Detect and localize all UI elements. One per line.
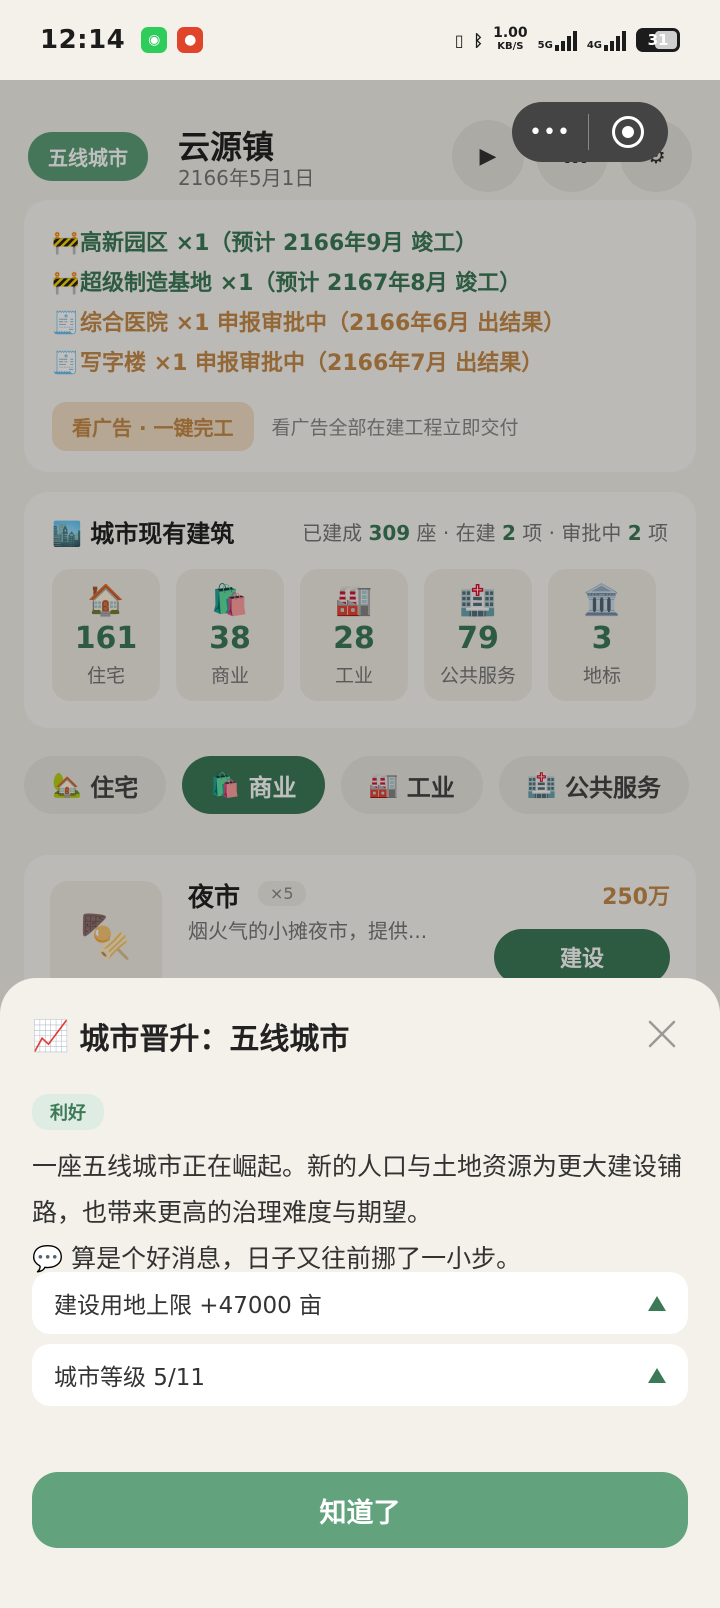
close-icon[interactable] (644, 1016, 680, 1052)
modal-title: 📈 城市晋升：五线城市 (32, 1018, 350, 1058)
status-icons: ▯ ᛒ 1.00 KB/S 5G 4G 31 (454, 25, 680, 53)
target-icon (612, 116, 644, 148)
net-speed: 1.00 KB/S (493, 25, 528, 52)
chart-increasing-icon: 📈 (32, 1018, 70, 1054)
effect-row: 城市等级 5/11 (32, 1344, 688, 1406)
miniprogram-capsule: ••• (512, 102, 668, 162)
effect-row: 建设用地上限 +47000 亩 (32, 1272, 688, 1334)
modal-body: 一座五线城市正在崛起。新的人口与土地资源为更大建设铺路，也带来更高的治理难度与期… (32, 1144, 688, 1282)
speech-bubble-icon: 💬 (32, 1244, 64, 1273)
clock: 12:14 (40, 25, 126, 55)
vibrate-icon: ▯ (454, 30, 464, 50)
bluetooth-icon: ᛒ (473, 30, 484, 50)
more-menu-button[interactable]: ••• (512, 120, 588, 145)
battery-icon: 31 (636, 28, 680, 52)
signal-4g-icon: 4G (587, 29, 626, 51)
promotion-modal: 📈 城市晋升：五线城市 利好 一座五线城市正在崛起。新的人口与土地资源为更大建设… (0, 978, 720, 1608)
status-bar: 12:14 ◉ ● ▯ ᛒ 1.00 KB/S 5G 4G 31 (0, 0, 720, 80)
triangle-up-icon (648, 1367, 666, 1383)
close-miniprogram-button[interactable] (589, 116, 667, 148)
triangle-up-icon (648, 1295, 666, 1311)
acknowledge-button[interactable]: 知道了 (32, 1472, 688, 1548)
wechat-notification-icon: ◉ (141, 27, 168, 53)
signal-5g-icon: 5G (538, 29, 577, 51)
event-tag: 利好 (32, 1094, 104, 1130)
app-notification-icon: ● (177, 27, 204, 53)
modal-description: 一座五线城市正在崛起。新的人口与土地资源为更大建设铺路，也带来更高的治理难度与期… (32, 1152, 683, 1227)
